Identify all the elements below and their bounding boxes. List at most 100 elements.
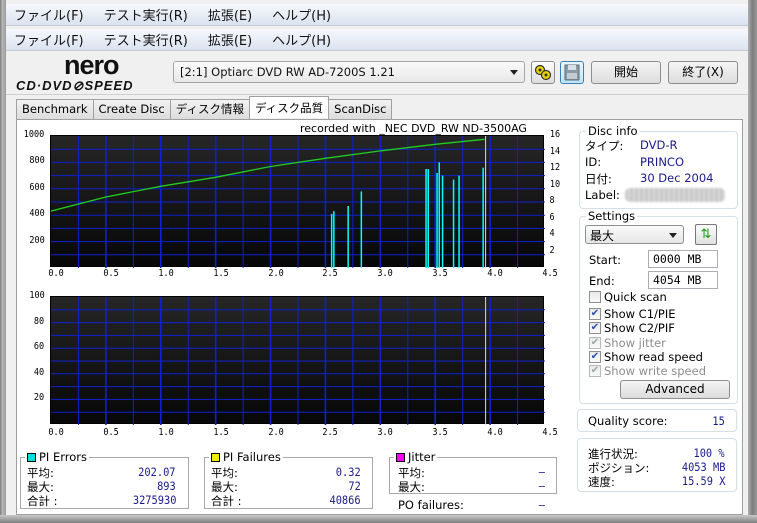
x-tick-label: 4.5 xyxy=(542,268,558,279)
x-tick-label: 2.5 xyxy=(322,268,339,279)
y2-tick-label: 8 xyxy=(549,195,555,206)
tab-disc-quality[interactable]: ディスク品質 xyxy=(248,96,330,118)
drive-select-value: [2:1] Optiarc DVD RW AD-7200S 1.21 xyxy=(180,65,395,79)
menu-bar: ファイル(F) テスト実行(R) 拡張(E) ヘルプ(H) xyxy=(6,4,748,26)
quick-scan-checkbox[interactable]: Quick scan xyxy=(589,290,667,304)
date-value: 30 Dec 2004 xyxy=(640,171,714,185)
pi-error-spike xyxy=(333,211,335,268)
exit-button[interactable]: 終了(X) xyxy=(668,61,738,84)
show-c1-pie-checkbox[interactable]: ✔ Show C1/PIE xyxy=(589,307,676,321)
show-read-speed-checkbox[interactable]: ✔ Show read speed xyxy=(589,350,703,364)
speed-select[interactable]: 最大 xyxy=(585,225,684,244)
y-tick-label: 200 xyxy=(29,234,45,246)
show-c2-pif-label: Show C2/PIF xyxy=(604,321,675,335)
pi-error-spike xyxy=(330,213,333,269)
x-tick-label: 1.5 xyxy=(213,268,229,279)
y-tick-label: 800 xyxy=(29,155,45,167)
y-tick-label: 400 xyxy=(29,208,45,220)
quick-scan-label: Quick scan xyxy=(604,290,667,304)
save-button[interactable] xyxy=(560,61,584,84)
pi-error-spike xyxy=(482,167,484,269)
menu-file[interactable]: ファイル(F) xyxy=(14,5,84,24)
nero-logo: nero CD·DVD⊘SPEED xyxy=(16,50,166,94)
menu-help[interactable]: ヘルプ(H) xyxy=(272,5,331,24)
end-label: End: xyxy=(589,274,615,288)
x-tick-label: 0.5 xyxy=(103,427,119,438)
check-icon[interactable]: ✔ xyxy=(589,322,601,334)
x-tick-label: 2.5 xyxy=(322,427,339,438)
menu-bar-duplicate: ファイル(F) テスト実行(R) 拡張(E) ヘルプ(H) xyxy=(6,29,748,51)
pi-error-spike xyxy=(360,191,363,268)
pi-errors-title: PI Errors xyxy=(25,450,90,464)
window-frame-bottom xyxy=(0,515,757,523)
chevron-down-icon xyxy=(669,233,677,238)
refresh-icon: ⇅ xyxy=(700,227,712,242)
logo-brand: nero xyxy=(64,50,120,80)
quality-score-value: 15 xyxy=(712,414,725,428)
label-value-redacted xyxy=(625,188,725,202)
drive-config-button[interactable] xyxy=(531,61,555,84)
type-value: DVD-R xyxy=(640,138,678,152)
y2-tick-label: 16 xyxy=(549,129,561,140)
x-tick-label: 0.5 xyxy=(103,268,119,279)
pi-error-spike xyxy=(427,169,429,268)
pi-error-spike xyxy=(452,179,455,269)
start-button[interactable]: 開始 xyxy=(591,61,661,84)
x-tick-label: 4.0 xyxy=(487,427,503,438)
tab-benchmark[interactable]: Benchmark xyxy=(16,99,94,119)
floppy-disk-icon xyxy=(564,64,580,81)
y-tick-label: 40 xyxy=(33,366,45,378)
menu-extensions[interactable]: 拡張(E) xyxy=(208,30,252,49)
tab-scandisc[interactable]: ScanDisc xyxy=(328,99,393,119)
pi-failures-swatch-icon xyxy=(211,453,220,462)
refresh-button[interactable]: ⇅ xyxy=(695,224,717,245)
jitter-swatch-icon xyxy=(396,453,405,462)
id-value: PRINCO xyxy=(640,155,685,169)
pi-error-spike xyxy=(436,173,438,269)
x-tick-label: 4.5 xyxy=(542,427,558,438)
y2-tick-label: 2 xyxy=(549,244,555,256)
y-tick-label: 60 xyxy=(33,341,45,353)
start-input[interactable]: 0000 MB xyxy=(648,250,718,268)
check-icon: ✔ xyxy=(589,365,601,377)
recorded-with-label: recorded with _NEC DVD_RW ND-3500AG xyxy=(300,122,527,135)
menu-help[interactable]: ヘルプ(H) xyxy=(272,30,331,49)
check-icon: ✔ xyxy=(589,337,601,349)
y-tick-label: 100 xyxy=(29,290,45,301)
x-tick-label: 3.0 xyxy=(377,427,394,438)
checkbox-box[interactable] xyxy=(589,291,601,303)
window-frame-right xyxy=(748,0,757,523)
y2-tick-label: 14 xyxy=(549,145,561,157)
end-input[interactable]: 4054 MB xyxy=(648,271,718,289)
check-icon[interactable]: ✔ xyxy=(589,308,601,320)
pi-errors-total-label: 合計 : xyxy=(27,494,58,508)
menu-extensions[interactable]: 拡張(E) xyxy=(208,5,252,24)
x-tick-label: 1.0 xyxy=(158,427,174,438)
drive-select[interactable]: [2:1] Optiarc DVD RW AD-7200S 1.21 xyxy=(173,61,525,83)
gears-icon xyxy=(534,64,552,81)
speed-value: 15.59 X xyxy=(681,474,725,488)
date-label: 日付: xyxy=(585,172,612,186)
pi-failures-chart xyxy=(50,296,545,425)
show-read-speed-label: Show read speed xyxy=(604,350,703,364)
x-tick-label: 2.0 xyxy=(267,268,284,279)
show-write-speed-label: Show write speed xyxy=(604,364,706,378)
type-label: タイプ: xyxy=(585,139,624,153)
x-tick-label: 2.0 xyxy=(267,427,284,438)
y-tick-label: 600 xyxy=(29,181,45,193)
jitter-title: Jitter xyxy=(394,450,438,464)
pi-failures-total: 40866 xyxy=(329,493,361,507)
pi-error-spike xyxy=(458,175,460,268)
menu-run-test[interactable]: テスト実行(R) xyxy=(104,30,188,49)
x-tick-label: 1.0 xyxy=(158,268,174,279)
tab-disc-info[interactable]: ディスク情報 xyxy=(169,99,250,119)
y-tick-label: 20 xyxy=(33,392,45,404)
check-icon[interactable]: ✔ xyxy=(589,351,601,363)
pi-error-spike xyxy=(441,175,444,268)
menu-file[interactable]: ファイル(F) xyxy=(14,30,84,49)
tab-create-disc[interactable]: Create Disc xyxy=(92,99,171,119)
jitter-avg: – xyxy=(538,465,545,479)
menu-run-test[interactable]: テスト実行(R) xyxy=(104,5,188,24)
show-c2-pif-checkbox[interactable]: ✔ Show C2/PIF xyxy=(589,321,675,335)
advanced-button[interactable]: Advanced xyxy=(620,380,730,399)
